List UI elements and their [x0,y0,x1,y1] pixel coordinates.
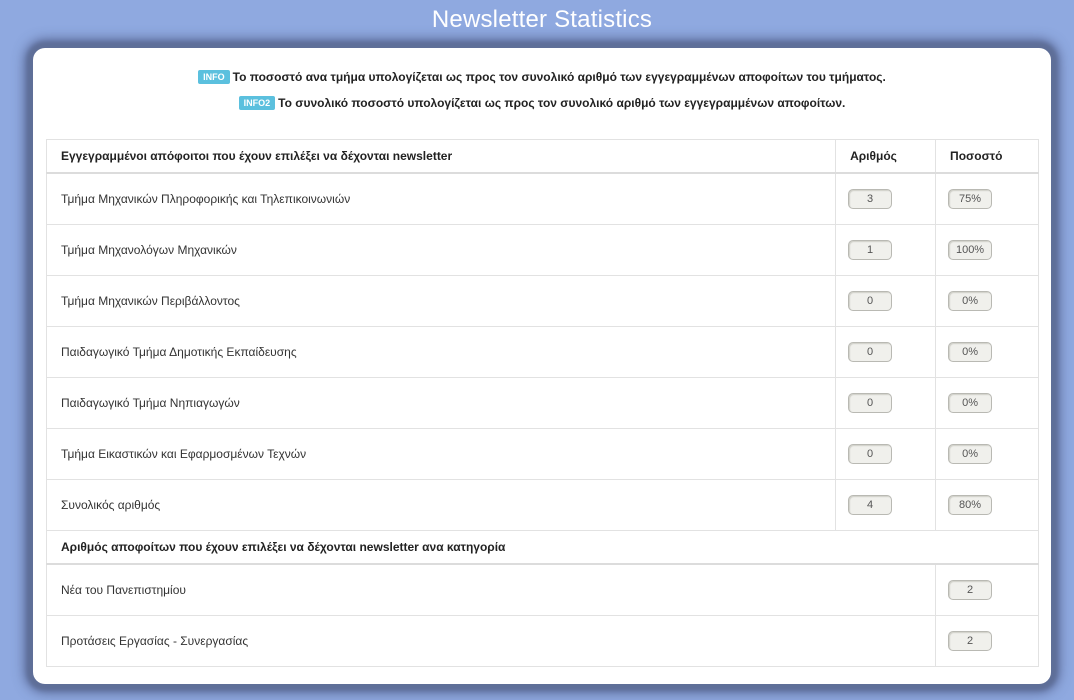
department-label: Τμήμα Μηχανικών Περιβάλλοντος [45,275,837,327]
info-text: Το ποσοστό ανα τμήμα υπολογίζεται ως προ… [232,70,886,84]
table-row: Τμήμα Μηχανολόγων Μηχανικών 1 100% [45,224,1039,276]
department-label: Τμήμα Εικαστικών και Εφαρμοσμένων Τεχνών [45,428,837,480]
category-label: Προτάσεις Εργασίας - Συνεργασίας [45,615,937,667]
count-value: 1 [848,240,893,260]
table-row: Παιδαγωγικό Τμήμα Δημοτικής Εκπαίδευσης … [45,326,1039,378]
total-row: Συνολικός αριθμός 4 80% [45,479,1039,531]
statistics-card: INFO Το ποσοστό ανα τμήμα υπολογίζεται ως… [33,48,1051,684]
category-count-value: 2 [948,580,993,600]
percent-value: 100% [948,240,993,260]
category-header: Αριθμός αποφοίτων που έχουν επιλέξει να … [46,530,1039,565]
department-label: Τμήμα Μηχανικών Πληροφορικής και Τηλεπικ… [45,172,837,225]
table-row: Τμήμα Μηχανικών Περιβάλλοντος 0 0% [45,275,1039,327]
percent-value: 0% [948,342,993,362]
count-value: 0 [848,393,893,413]
category-label: Νέα του Πανεπιστημίου [45,563,937,616]
count-value: 3 [848,189,893,209]
percent-value: 0% [948,444,993,464]
header-registered-graduates: Εγγεγραμμένοι απόφοιτοι που έχουν επιλέξ… [45,139,837,174]
newsletter-stats-table: Εγγεγραμμένοι απόφοιτοι που έχουν επιλέξ… [45,139,1039,667]
info2-text: Το συνολικό ποσοστό υπολογίζεται ως προς… [278,96,846,110]
total-label: Συνολικός αριθμός [45,479,837,531]
count-value: 0 [848,342,893,362]
percent-value: 0% [948,393,993,413]
header-count: Αριθμός [835,139,937,174]
category-row: Νέα του Πανεπιστημίου 2 [45,563,1039,616]
percent-value: 75% [948,189,993,209]
department-label: Παιδαγωγικό Τμήμα Δημοτικής Εκπαίδευσης [45,326,837,378]
info2-badge: INFO2 [238,96,276,110]
category-header-row: Αριθμός αποφοίτων που έχουν επιλέξει να … [46,530,1039,565]
category-count-value: 2 [948,631,993,651]
count-value: 0 [848,291,893,311]
percent-value: 0% [948,291,993,311]
total-percent-value: 80% [948,495,993,515]
info-note: INFO Το ποσοστό ανα τμήμα υπολογίζεται ως… [33,70,1051,84]
category-row: Προτάσεις Εργασίας - Συνεργασίας 2 [45,615,1039,667]
info-badge: INFO [198,70,230,84]
total-count-value: 4 [848,495,893,515]
header-percent: Ποσοστό [935,139,1039,174]
info2-note: INFO2 Το συνολικό ποσοστό υπολογίζεται ως… [33,96,1051,110]
table-row: Παιδαγωγικό Τμήμα Νηπιαγωγών 0 0% [45,377,1039,429]
table-row: Τμήμα Μηχανικών Πληροφορικής και Τηλεπικ… [45,172,1039,225]
page-title: Newsletter Statistics [431,6,653,33]
department-label: Παιδαγωγικό Τμήμα Νηπιαγωγών [45,377,837,429]
table-header-row: Εγγεγραμμένοι απόφοιτοι που έχουν επιλέξ… [45,139,1039,174]
count-value: 0 [848,444,893,464]
department-label: Τμήμα Μηχανολόγων Μηχανικών [45,224,837,276]
table-row: Τμήμα Εικαστικών και Εφαρμοσμένων Τεχνών… [45,428,1039,480]
